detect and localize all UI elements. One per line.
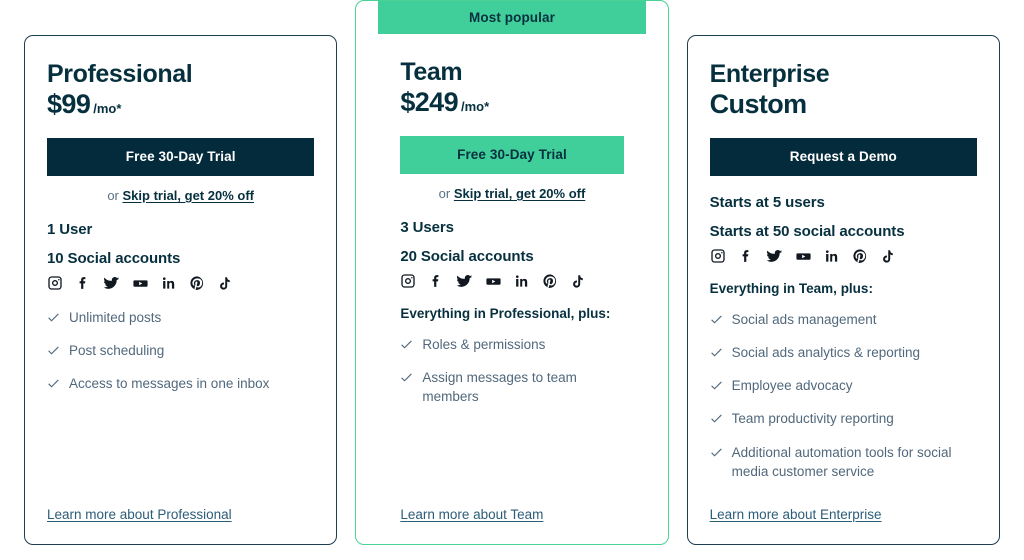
- check-icon: [710, 446, 723, 459]
- learn-more-link[interactable]: Learn more about Team: [400, 507, 543, 544]
- linkedin-icon: [514, 273, 530, 289]
- feature-item: Post scheduling: [47, 341, 314, 360]
- skip-trial-link[interactable]: Skip trial, get 20% off: [454, 186, 585, 201]
- plan-name: Enterprise: [709, 60, 830, 88]
- feature-item: Team productivity reporting: [710, 409, 977, 428]
- features-list: Social ads management Social ads analyti…: [710, 310, 977, 495]
- feature-item: Assign messages to team members: [400, 368, 623, 406]
- twitter-icon: [103, 275, 120, 292]
- tiktok-icon: [570, 274, 585, 289]
- feature-item: Roles & permissions: [400, 335, 623, 354]
- feature-label: Unlimited posts: [69, 310, 162, 325]
- learn-more-link[interactable]: Learn more about Professional: [47, 507, 232, 544]
- plan-name: Professional: [47, 60, 193, 88]
- feature-item: Employee advocacy: [710, 376, 977, 395]
- feature-label: Assign messages to team members: [422, 370, 577, 405]
- youtube-icon: [795, 248, 812, 265]
- pinterest-icon: [542, 273, 558, 289]
- feature-label: Access to messages in one inbox: [69, 376, 270, 392]
- plan-social-accounts: 20 Social accounts: [400, 248, 534, 265]
- plan-users: Starts at 5 users: [709, 194, 825, 211]
- feature-item: Unlimited posts: [47, 308, 314, 327]
- facebook-icon: [428, 273, 444, 289]
- feature-label: Social ads analytics & reporting: [731, 345, 921, 361]
- check-icon: [400, 371, 413, 384]
- pinterest-icon: [852, 248, 868, 264]
- plan-price: $99: [47, 89, 91, 119]
- instagram-icon: [400, 273, 416, 289]
- plan-price: $249: [400, 87, 458, 117]
- linkedin-icon: [161, 275, 177, 291]
- feature-label: Roles & permissions: [422, 337, 546, 352]
- social-networks-list: [47, 274, 314, 292]
- free-trial-button[interactable]: Free 30-Day Trial: [47, 138, 315, 176]
- plan-price-unit: /mo*: [93, 101, 122, 116]
- social-networks-list: [710, 247, 977, 265]
- instagram-icon: [710, 248, 726, 264]
- plan-social-accounts: Starts at 50 social accounts: [709, 223, 905, 240]
- check-icon: [710, 412, 723, 425]
- check-icon: [47, 344, 60, 357]
- free-trial-button[interactable]: Free 30-Day Trial: [400, 136, 624, 174]
- check-icon: [47, 311, 60, 324]
- everything-in-label: Everything in Team, plus:: [709, 281, 873, 296]
- feature-item: Social ads analytics & reporting: [710, 343, 977, 362]
- instagram-icon: [47, 275, 63, 291]
- feature-label: Social ads management: [731, 312, 877, 327]
- learn-more-link[interactable]: Learn more about Enterprise: [710, 507, 882, 544]
- plan-price-unit: /mo*: [461, 99, 490, 114]
- facebook-icon: [738, 248, 754, 264]
- skip-trial-note: or Skip trial, get 20% off: [400, 186, 623, 201]
- feature-label: Additional automation tools for social m…: [731, 444, 952, 479]
- plan-users: 1 User: [47, 221, 93, 238]
- linkedin-icon: [824, 248, 840, 264]
- pricing-card-professional: Professional $99 /mo* Free 30-Day Trial …: [24, 35, 338, 545]
- feature-item: Social ads management: [710, 310, 977, 329]
- plan-social-accounts: 10 Social accounts: [47, 250, 181, 267]
- features-list: Unlimited posts Post scheduling Access t…: [47, 308, 314, 407]
- check-icon: [710, 313, 723, 326]
- feature-label: Post scheduling: [69, 343, 165, 359]
- feature-item: Access to messages in one inbox: [47, 374, 314, 393]
- plan-users: 3 Users: [400, 219, 454, 236]
- features-list: Roles & permissions Assign messages to t…: [400, 335, 623, 420]
- check-icon: [47, 377, 60, 390]
- twitter-icon: [766, 248, 783, 265]
- twitter-icon: [456, 273, 473, 290]
- feature-item: Additional automation tools for social m…: [710, 443, 977, 481]
- youtube-icon: [132, 275, 149, 292]
- plan-price-line: Custom: [710, 89, 977, 120]
- pricing-card-enterprise: Enterprise Custom Request a Demo Starts …: [686, 35, 1000, 545]
- tiktok-icon: [217, 276, 232, 291]
- skip-trial-prefix: or: [107, 188, 123, 203]
- plan-name: Team: [400, 58, 463, 86]
- youtube-icon: [485, 273, 502, 290]
- plan-price: Custom: [709, 89, 808, 119]
- facebook-icon: [75, 275, 91, 291]
- feature-label: Employee advocacy: [731, 378, 853, 394]
- social-networks-list: [400, 272, 623, 290]
- check-icon: [400, 338, 413, 351]
- skip-trial-prefix: or: [438, 186, 454, 201]
- check-icon: [710, 379, 723, 392]
- pricing-plans-row: Professional $99 /mo* Free 30-Day Trial …: [0, 0, 1024, 560]
- pinterest-icon: [189, 275, 205, 291]
- feature-label: Team productivity reporting: [731, 411, 894, 427]
- skip-trial-link[interactable]: Skip trial, get 20% off: [123, 188, 254, 203]
- plan-price-line: $99 /mo*: [47, 89, 314, 120]
- most-popular-badge: Most popular: [378, 1, 646, 34]
- check-icon: [710, 346, 723, 359]
- tiktok-icon: [880, 249, 895, 264]
- everything-in-label: Everything in Professional, plus:: [400, 306, 611, 321]
- plan-price-line: $249 /mo*: [400, 87, 623, 118]
- request-demo-button[interactable]: Request a Demo: [709, 138, 977, 176]
- skip-trial-note: or Skip trial, get 20% off: [47, 188, 314, 203]
- pricing-card-team: Most popular Team $249 /mo* Free 30-Day …: [355, 0, 669, 545]
